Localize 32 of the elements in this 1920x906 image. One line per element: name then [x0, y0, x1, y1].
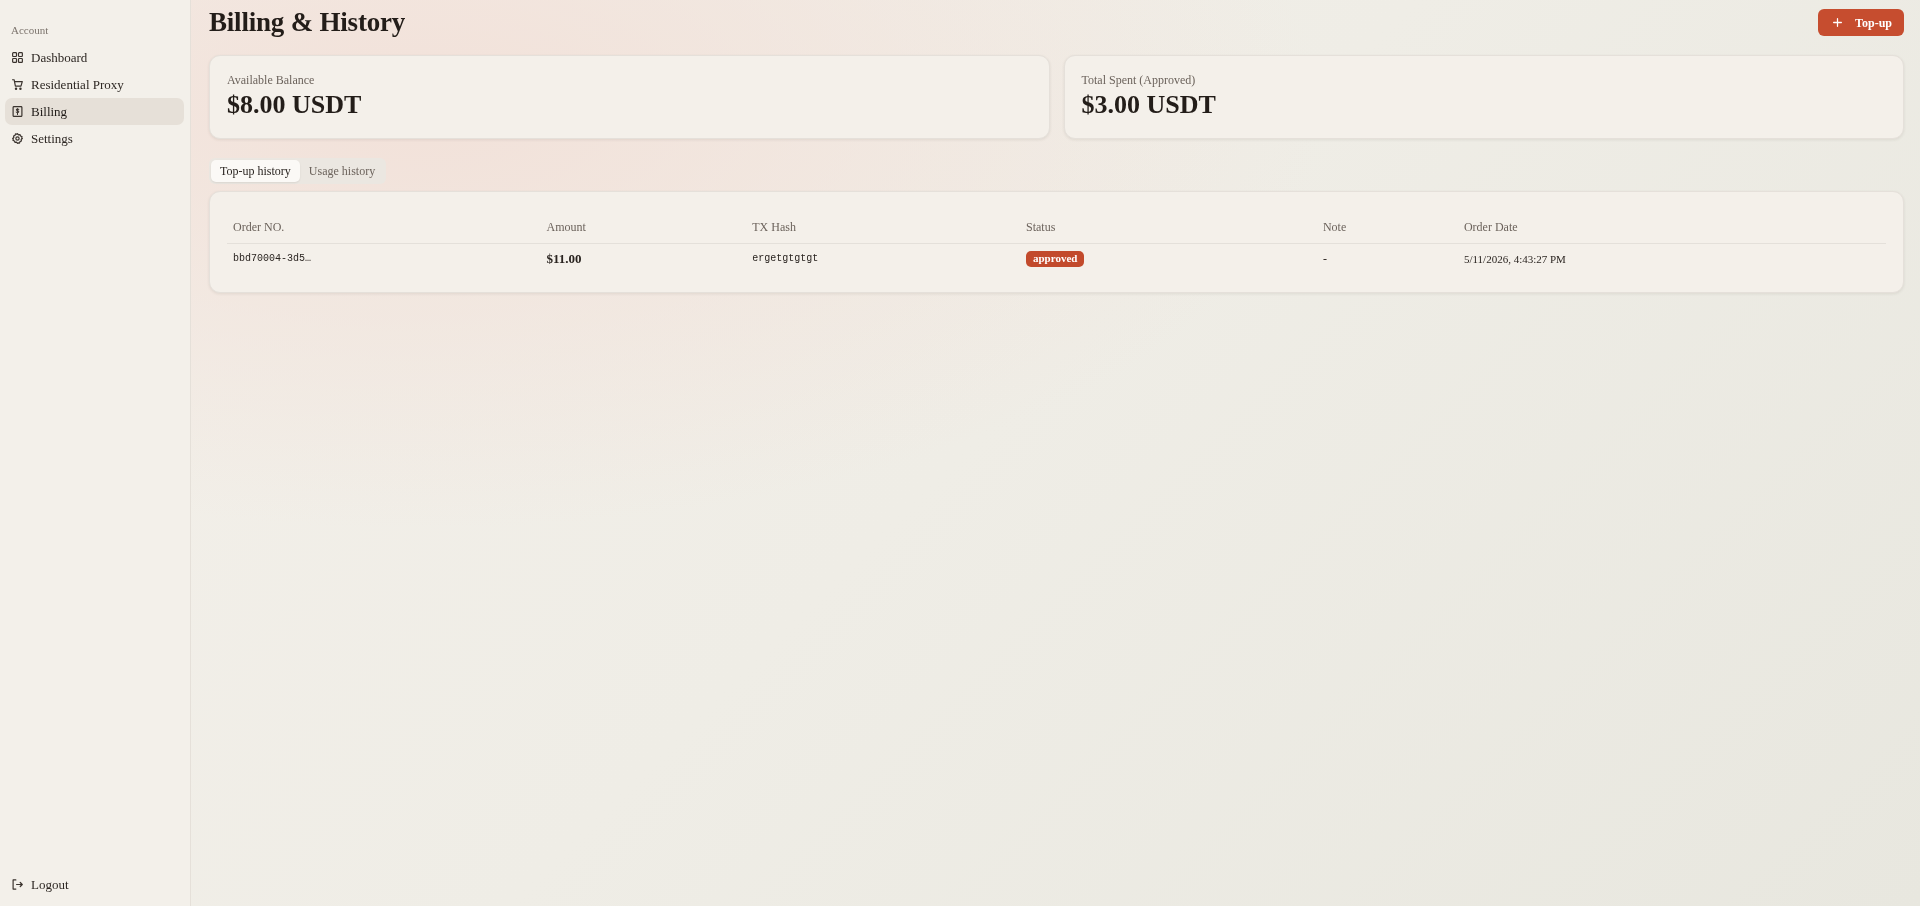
nav-item[interactable]: Dashboard [5, 43, 184, 71]
exit-arrow-icon [12, 879, 23, 890]
stat-label: Available Balance [227, 73, 316, 87]
nav-item[interactable]: Billing [5, 97, 184, 125]
nav-item[interactable]: Settings [5, 124, 184, 152]
stat-value: $8.00 USDT [227, 90, 363, 120]
table-cell: $11.00 [540, 243, 747, 274]
topup-button[interactable]: Top-up [1818, 9, 1904, 36]
dollar-document-icon [12, 105, 23, 117]
table-cell: bbd70004-3d5… [227, 243, 541, 274]
nav-item[interactable]: Residential Proxy [5, 70, 184, 98]
column-header: TX Hash [746, 211, 1020, 244]
table-cell: ergetgtgtgt [746, 243, 1020, 274]
column-header: Status [1020, 211, 1317, 244]
section-label: Account [10, 23, 50, 38]
column-header: Note [1316, 211, 1458, 244]
page-title: Billing & History [209, 5, 406, 39]
tab[interactable]: Top-up history [211, 160, 300, 182]
tab[interactable]: Usage history [299, 160, 385, 182]
column-header: Amount [540, 211, 747, 244]
grid-icon [12, 51, 23, 63]
logout-link[interactable]: Logout [5, 871, 184, 898]
plus-icon [1833, 18, 1843, 27]
table-cell: - [1316, 243, 1458, 274]
cart-icon [12, 78, 23, 90]
settings-icon [12, 132, 23, 144]
stat-value: $3.00 USDT [1081, 90, 1217, 120]
status-badge: approved [1026, 251, 1085, 268]
stat-label: Total Spent (Approved) [1081, 73, 1197, 87]
column-header: Order Date [1457, 211, 1886, 244]
column-header: Order NO. [227, 211, 541, 244]
table-cell: 5/11/2026, 4:43:27 PM [1457, 243, 1886, 274]
